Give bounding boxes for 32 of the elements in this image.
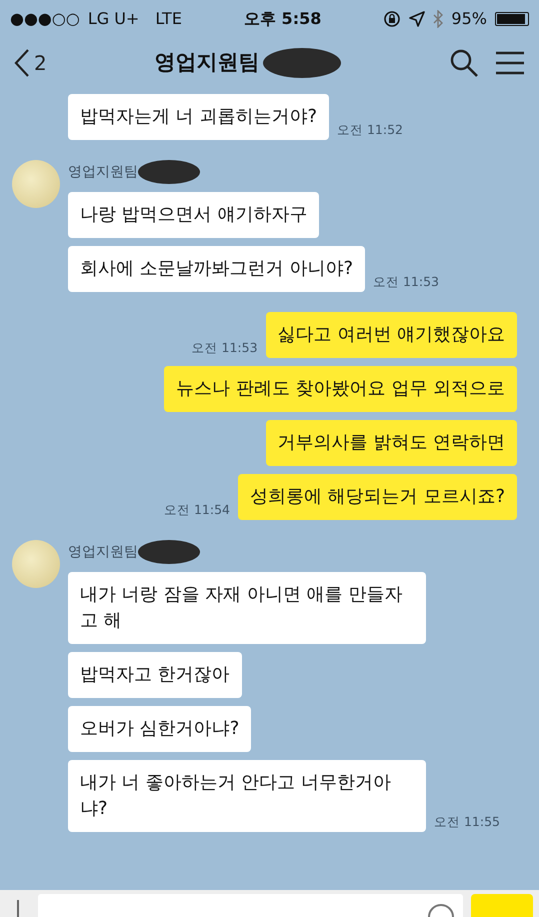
message-bubble: 뉴스나 판례도 찾아봤어요 업무 외적으로	[164, 366, 517, 412]
message-bubble: 오버가 심한거아냐?	[68, 706, 252, 752]
message-time: 오전 11:53	[192, 339, 258, 358]
network-type: LTE	[155, 8, 182, 30]
message-bubble: 회사에 소문날까봐그런거 아니야?	[68, 246, 365, 292]
battery-icon	[494, 12, 529, 26]
message-bubble: 밥먹자는게 너 괴롭히는거야?	[68, 94, 329, 140]
menu-button[interactable]	[495, 50, 525, 75]
battery-percentage: 95%	[451, 8, 487, 30]
message-bubble: 내가 너랑 잠을 자재 아니면 애를 만들자 고 해	[68, 572, 426, 644]
chat-title: 영업지원팀	[154, 48, 260, 76]
message-bubble: 성희롱에 해당되는거 모르시죠?	[238, 474, 517, 520]
message-bubble: 싫다고 여러번 얘기했잖아요	[266, 312, 517, 358]
message-bubble: 밥먹자고 한거잖아	[68, 652, 242, 698]
search-button[interactable]	[449, 48, 479, 78]
message-time: 오전 11:54	[164, 501, 230, 520]
signal-strength: ●●●○○	[10, 8, 80, 30]
rotation-lock-icon	[383, 10, 402, 28]
message-time: 오전 11:53	[373, 273, 439, 292]
message-bubble: 나랑 밥먹으면서 얘기하자구	[68, 192, 320, 238]
bluetooth-icon	[433, 10, 444, 28]
sender-name: 영업지원팀	[68, 162, 138, 182]
message-bubble: 내가 너 좋아하는거 안다고 너무한거아 냐?	[68, 760, 426, 832]
message-time: 오전 11:52	[337, 121, 403, 140]
location-icon	[409, 10, 426, 26]
message-bubble: 거부의사를 밝혀도 연락하면	[266, 420, 517, 466]
carrier-name: LG U+	[88, 8, 140, 30]
status-time: 오후 5:58	[242, 8, 322, 30]
message-time: 오전 11:55	[434, 813, 500, 832]
message-input[interactable]	[38, 894, 463, 917]
sender-name: 영업지원팀	[68, 542, 138, 562]
back-button[interactable]: 2	[14, 48, 47, 78]
